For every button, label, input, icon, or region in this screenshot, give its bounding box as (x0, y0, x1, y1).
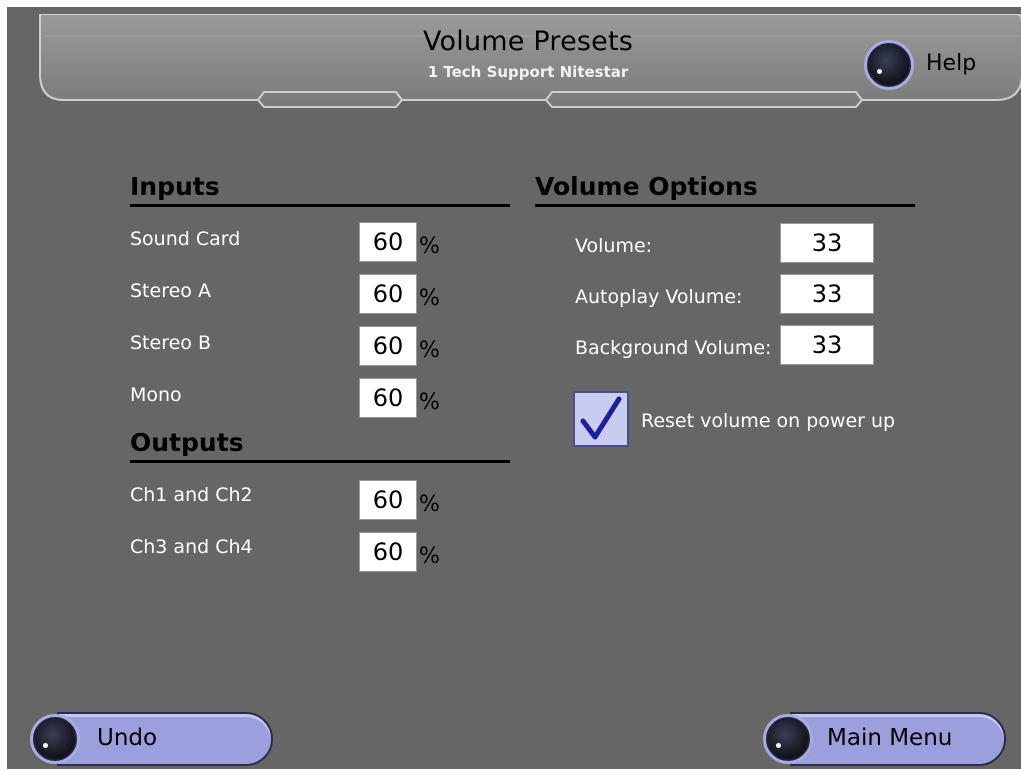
output-unit-ch1-ch2: % (419, 492, 440, 517)
input-unit-mono: % (419, 390, 440, 415)
main-menu-button[interactable]: Main Menu (760, 707, 1010, 771)
input-label-stereo-b: Stereo B (130, 332, 211, 354)
input-value-stereo-b[interactable]: 60 (359, 326, 417, 366)
app-screen: Volume Presets 1 Tech Support Nitestar H… (0, 0, 1021, 769)
reset-volume-label: Reset volume on power up (641, 410, 896, 432)
reset-volume-checkbox[interactable] (573, 391, 629, 447)
header-bar: Volume Presets 1 Tech Support Nitestar H… (32, 14, 1021, 109)
autoplay-volume-input[interactable]: 33 (780, 274, 874, 314)
inputs-heading: Inputs (130, 172, 220, 201)
inputs-divider (130, 204, 510, 207)
outputs-divider (130, 460, 510, 463)
output-label-ch3-ch4: Ch3 and Ch4 (130, 536, 253, 558)
undo-button[interactable]: Undo (27, 707, 277, 771)
output-value-ch3-ch4[interactable]: 60 (359, 532, 417, 572)
knob-icon (763, 714, 813, 764)
volume-options-heading: Volume Options (535, 172, 758, 201)
volume-input[interactable]: 33 (780, 223, 874, 263)
input-label-mono: Mono (130, 384, 182, 406)
volume-options-divider (535, 204, 915, 207)
output-unit-ch3-ch4: % (419, 544, 440, 569)
main-menu-button-label: Main Menu (827, 725, 953, 751)
input-value-mono[interactable]: 60 (359, 378, 417, 418)
undo-button-pill (57, 712, 273, 766)
input-unit-stereo-a: % (419, 286, 440, 311)
help-button[interactable]: Help (864, 38, 994, 92)
output-label-ch1-ch2: Ch1 and Ch2 (130, 484, 253, 506)
output-value-ch1-ch2[interactable]: 60 (359, 480, 417, 520)
autoplay-volume-label: Autoplay Volume: (575, 286, 743, 308)
input-value-stereo-a[interactable]: 60 (359, 274, 417, 314)
background-volume-label: Background Volume: (575, 337, 772, 359)
background-volume-input[interactable]: 33 (780, 325, 874, 365)
input-unit-stereo-b: % (419, 338, 440, 363)
knob-icon (864, 40, 914, 90)
volume-label: Volume: (575, 235, 653, 257)
input-label-stereo-a: Stereo A (130, 280, 211, 302)
input-unit-sound-card: % (419, 234, 440, 259)
input-label-sound-card: Sound Card (130, 228, 241, 250)
checkmark-icon (580, 396, 622, 440)
outputs-heading: Outputs (130, 428, 244, 457)
help-button-label: Help (926, 51, 977, 76)
undo-button-label: Undo (97, 725, 158, 751)
input-value-sound-card[interactable]: 60 (359, 222, 417, 262)
knob-icon (30, 714, 80, 764)
